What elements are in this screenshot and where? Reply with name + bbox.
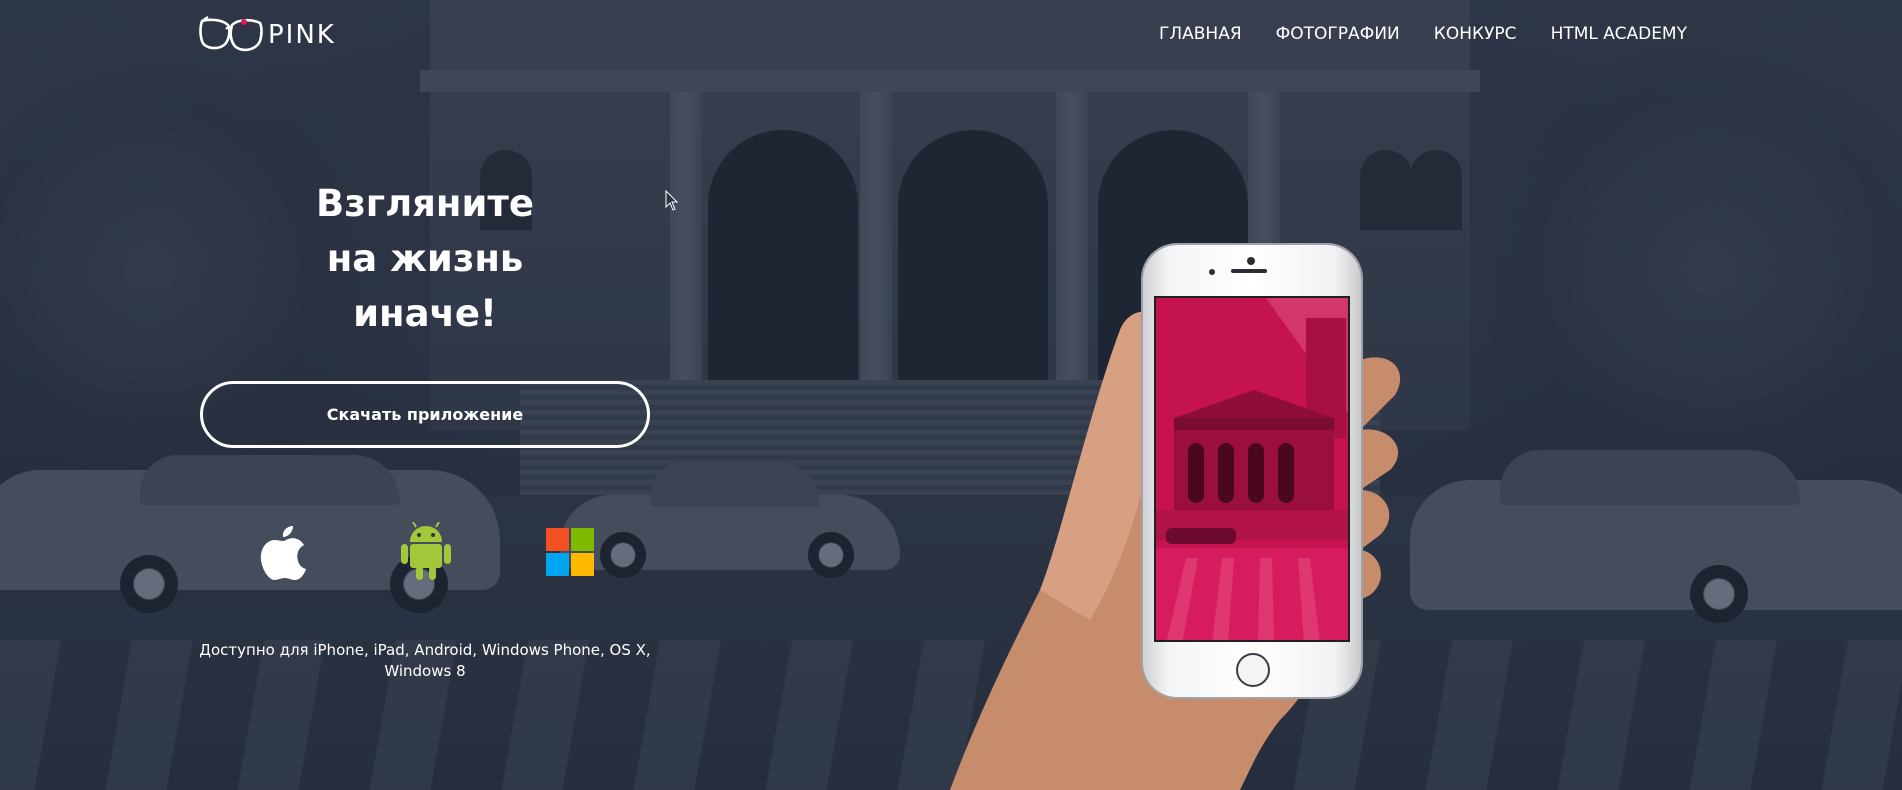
headline-line: Взгляните bbox=[316, 182, 534, 225]
logo[interactable]: PINK bbox=[198, 12, 350, 58]
phone-speaker bbox=[1231, 269, 1267, 273]
logo-text: PINK bbox=[268, 20, 336, 50]
nav-item-photos[interactable]: ФОТОГРАФИИ bbox=[1276, 24, 1400, 44]
phone-screen bbox=[1154, 296, 1350, 642]
nav-item-contest[interactable]: КОНКУРС bbox=[1434, 24, 1517, 44]
main-nav: ГЛАВНАЯ ФОТОГРАФИИ КОНКУРС HTML ACADEMY bbox=[1159, 24, 1687, 44]
windows-icon[interactable] bbox=[544, 522, 596, 582]
phone-camera bbox=[1247, 257, 1255, 265]
headline-line: иначе! bbox=[353, 292, 497, 335]
phone-screen-photo bbox=[1156, 298, 1348, 640]
site-header: PINK ГЛАВНАЯ ФОТОГРАФИИ КОНКУРС HTML ACA… bbox=[0, 0, 1902, 70]
download-app-button[interactable]: Скачать приложение bbox=[200, 381, 650, 448]
phone-sensor bbox=[1209, 269, 1215, 275]
android-icon[interactable] bbox=[400, 522, 452, 582]
hero-headline: Взгляните на жизнь иначе! bbox=[200, 176, 650, 341]
nav-item-home[interactable]: ГЛАВНАЯ bbox=[1159, 24, 1242, 44]
nav-item-html-academy[interactable]: HTML ACADEMY bbox=[1551, 24, 1687, 44]
logo-dot-icon bbox=[241, 19, 247, 25]
platform-icons bbox=[258, 522, 598, 584]
apple-icon[interactable] bbox=[258, 522, 310, 582]
mouse-cursor-icon bbox=[665, 190, 679, 211]
headline-line: на жизнь bbox=[326, 237, 524, 280]
availability-text: Доступно для iPhone, iPad, Android, Wind… bbox=[199, 641, 651, 680]
phone-home-button bbox=[1236, 653, 1270, 687]
glasses-logo-icon bbox=[199, 16, 263, 52]
phone-mockup bbox=[1143, 245, 1361, 697]
